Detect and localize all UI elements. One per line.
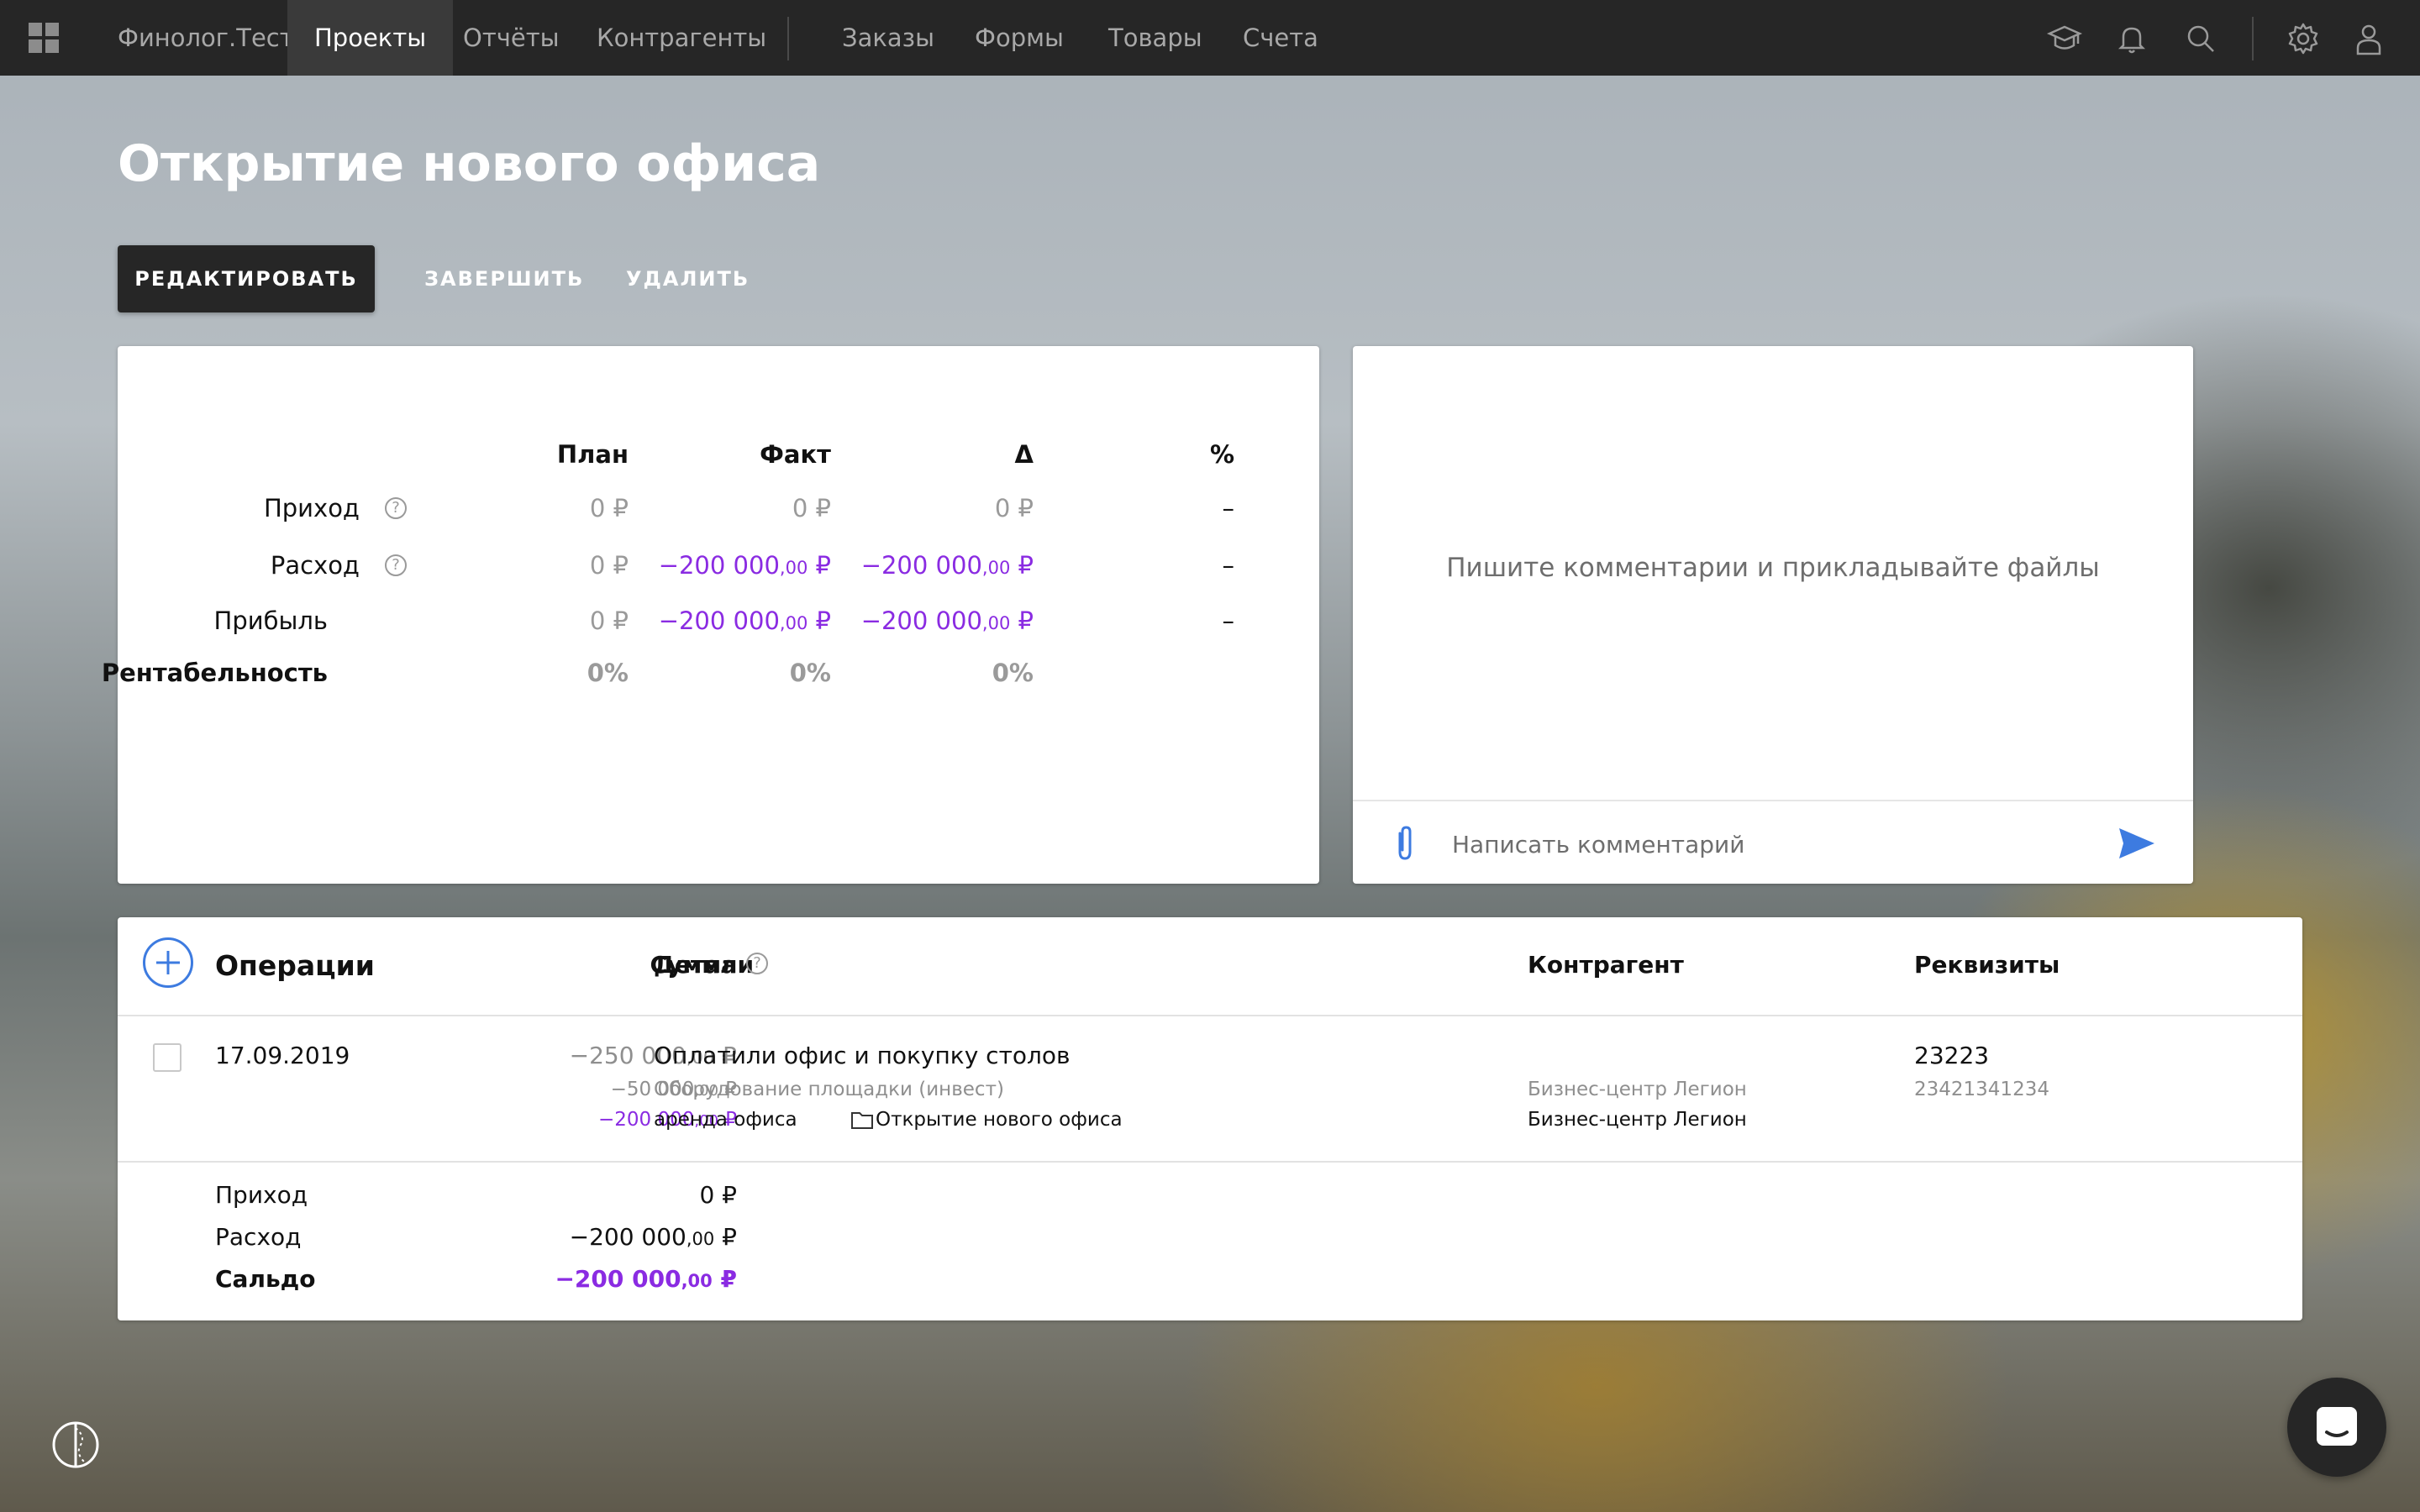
plus-icon <box>156 951 180 974</box>
column-details: Детали <box>654 951 755 979</box>
nav-item-forms[interactable]: Формы <box>948 0 1091 76</box>
counterparty-name[interactable]: Бизнес-центр Легион <box>1528 1109 1747 1131</box>
total-income-label: Приход <box>215 1181 308 1209</box>
profitability-plan: 0% <box>587 659 629 687</box>
nav-item-counterparties[interactable]: Контрагенты <box>570 0 793 76</box>
requisite-number: 23223 <box>1914 1042 1990 1069</box>
row-profitability-label: Рентабельность <box>101 659 328 687</box>
income-plan: 0 ₽ <box>589 494 629 522</box>
chat-icon <box>2317 1407 2357 1446</box>
operations-title: Операции <box>215 949 375 982</box>
comment-input-row <box>1353 800 2193 885</box>
help-icon[interactable]: ? <box>385 554 407 576</box>
income-delta: 0 ₽ <box>994 494 1034 522</box>
nav-brand[interactable]: Финолог.Тест <box>91 0 321 76</box>
header-delta: Δ <box>1014 440 1034 469</box>
bell-icon[interactable] <box>2112 19 2151 58</box>
comment-input[interactable] <box>1450 825 2092 864</box>
header-plan: План <box>556 440 629 469</box>
total-balance-value: −200 000,00 ₽ <box>555 1265 737 1293</box>
edit-button[interactable]: РЕДАКТИРОВАТЬ <box>118 245 375 312</box>
user-icon[interactable] <box>2349 19 2388 58</box>
expense-percent: – <box>1222 551 1235 580</box>
counterparty-secondary: Бизнес-центр Легион <box>1528 1079 1747 1100</box>
comments-card: Пишите комментарии и прикладывайте файлы <box>1353 346 2193 884</box>
income-fact: 0 ₽ <box>792 494 831 522</box>
profit-percent: – <box>1222 606 1235 635</box>
operation-details-title: Оплатили офис и покупку столов <box>654 1042 1071 1069</box>
column-counterparty: Контрагент <box>1528 951 1684 979</box>
summary-table: План Факт Δ % Приход ? 0 ₽ 0 ₽ 0 ₽ – Рас… <box>102 346 1319 884</box>
operations-header: Операции Сумма Детали ? Контрагент Рекви… <box>118 917 2302 1016</box>
table-row[interactable]: 17.09.2019 −250 000,00 ₽ −50 000,00 ₽ −2… <box>118 1015 2302 1163</box>
theme-toggle-icon[interactable] <box>50 1420 101 1470</box>
finish-button[interactable]: ЗАВЕРШИТЬ <box>424 245 584 312</box>
total-income-value: 0 ₽ <box>699 1181 737 1209</box>
expense-plan: 0 ₽ <box>589 551 629 580</box>
paperclip-icon[interactable] <box>1390 823 1420 864</box>
gear-icon[interactable] <box>2284 19 2323 58</box>
nav-divider <box>787 17 789 60</box>
income-percent: – <box>1222 494 1235 522</box>
help-icon[interactable]: ? <box>746 953 768 974</box>
column-requisites: Реквизиты <box>1914 951 2060 979</box>
nav-item-orders[interactable]: Заказы <box>815 0 961 76</box>
delete-button[interactable]: УДАЛИТЬ <box>626 245 750 312</box>
apps-grid-icon[interactable] <box>29 23 59 53</box>
profitability-delta: 0% <box>992 659 1034 687</box>
total-balance-label: Сальдо <box>215 1265 316 1293</box>
chat-support-button[interactable] <box>2287 1378 2386 1477</box>
row-checkbox[interactable] <box>153 1043 182 1072</box>
page-title: Открытие нового офиса <box>118 134 821 193</box>
header-fact: Факт <box>760 440 831 469</box>
expense-fact: −200 000,00 ₽ <box>658 551 831 580</box>
total-expense-label: Расход <box>215 1223 302 1251</box>
profitability-fact: 0% <box>789 659 831 687</box>
profit-delta: −200 000,00 ₽ <box>860 606 1034 635</box>
profit-fact: −200 000,00 ₽ <box>658 606 831 635</box>
operations-card: Операции Сумма Детали ? Контрагент Рекви… <box>118 917 2302 1320</box>
nav-divider-right <box>2252 17 2254 60</box>
operation-category: Оборудование площадки (инвест) <box>654 1079 1004 1100</box>
comments-empty-hint: Пишите комментарии и прикладывайте файлы <box>1446 553 2100 583</box>
operation-date: 17.09.2019 <box>215 1042 350 1069</box>
row-expense-label: Расход <box>270 551 360 580</box>
nav-item-invoices[interactable]: Счета <box>1216 0 1345 76</box>
profit-plan: 0 ₽ <box>589 606 629 635</box>
send-icon[interactable] <box>2116 825 2158 862</box>
project-summary-card: План Факт Δ % Приход ? 0 ₽ 0 ₽ 0 ₽ – Рас… <box>102 346 1319 884</box>
operation-project[interactable]: Открытие нового офиса <box>834 1109 1123 1131</box>
expense-delta: −200 000,00 ₽ <box>860 551 1034 580</box>
nav-item-reports[interactable]: Отчёты <box>436 0 587 76</box>
row-profit-label: Прибыль <box>213 606 328 635</box>
top-navigation-bar: Финолог.Тест Проекты Отчёты Контрагенты … <box>0 0 2420 76</box>
total-expense-value: −200 000,00 ₽ <box>569 1223 737 1251</box>
nav-item-projects[interactable]: Проекты <box>287 0 454 76</box>
requisite-account: 23421341234 <box>1914 1079 2049 1100</box>
graduation-cap-icon[interactable] <box>2045 19 2084 58</box>
search-icon[interactable] <box>2181 19 2220 58</box>
header-percent: % <box>1209 440 1234 469</box>
help-icon[interactable]: ? <box>385 497 407 519</box>
row-income-label: Приход <box>263 494 360 522</box>
nav-item-goods[interactable]: Товары <box>1081 0 1229 76</box>
operation-tag: аренда офиса <box>654 1109 797 1131</box>
add-operation-button[interactable] <box>143 937 193 988</box>
